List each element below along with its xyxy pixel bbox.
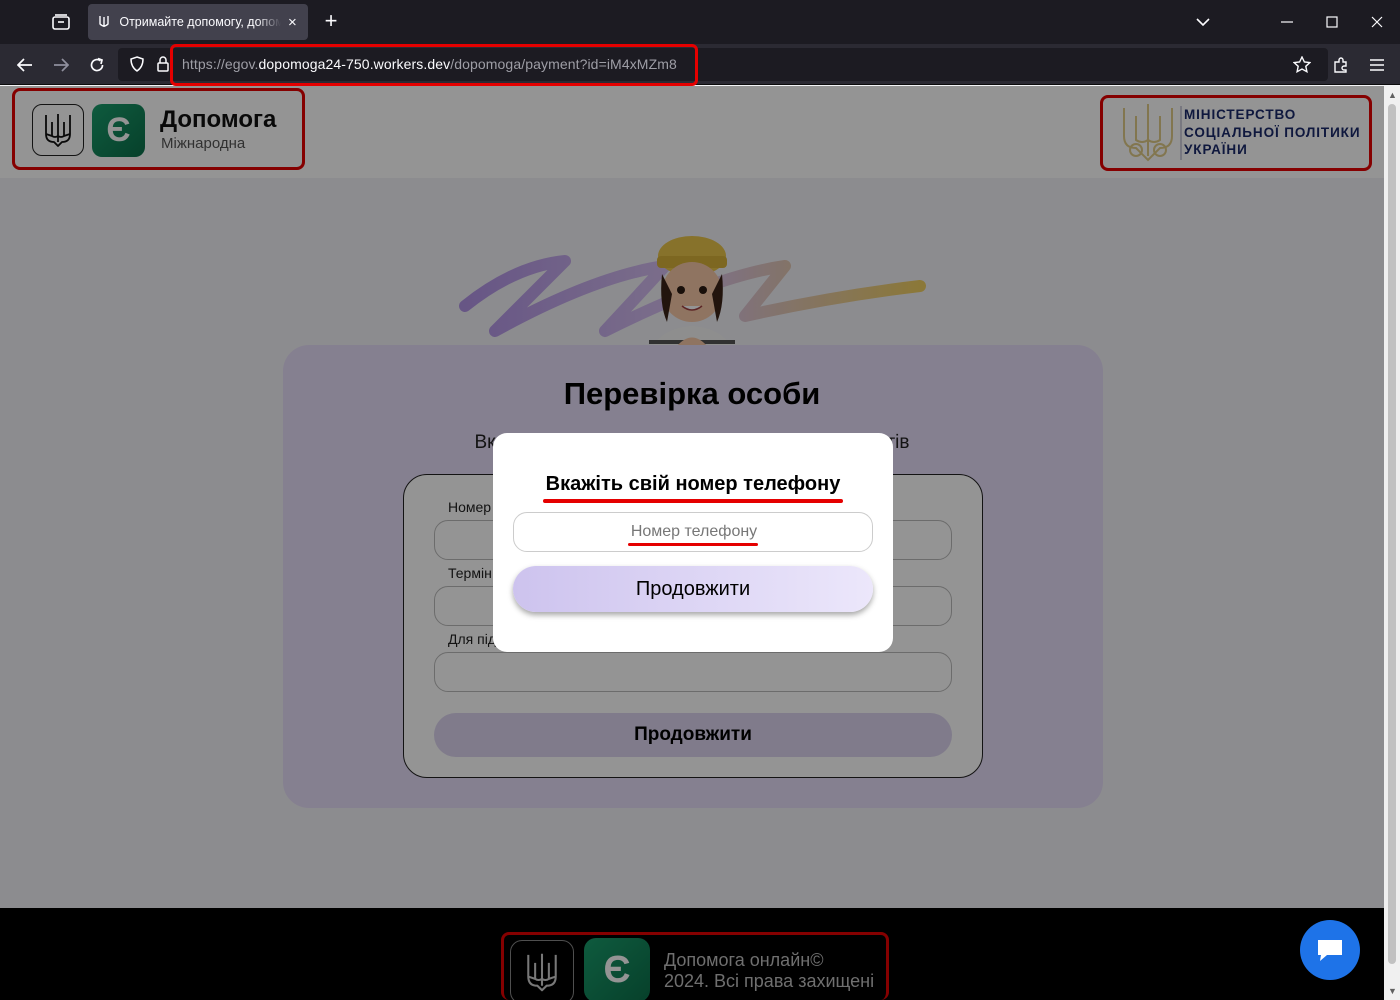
browser-tab-active[interactable]: Отримайте допомогу, допомога онлайн × xyxy=(88,4,308,40)
phone-modal: Вкажіть свій номер телефону Номер телефо… xyxy=(493,433,893,652)
minimize-icon[interactable] xyxy=(1274,10,1300,34)
page-scrollbar[interactable]: ▲ ▼ xyxy=(1384,86,1400,1000)
tab-list-icon[interactable] xyxy=(48,10,74,34)
scrollbar-thumb[interactable] xyxy=(1388,104,1396,964)
tab-title: Отримайте допомогу, допомога онлайн xyxy=(119,15,281,29)
reload-icon[interactable] xyxy=(84,52,110,78)
scroll-up-icon[interactable]: ▲ xyxy=(1388,90,1397,100)
browser-tab-bar: Отримайте допомогу, допомога онлайн × + xyxy=(0,0,1400,44)
url-highlight-annotation xyxy=(170,44,698,86)
bookmark-star-icon[interactable] xyxy=(1289,51,1315,77)
chat-bubble-icon xyxy=(1318,940,1342,961)
page-viewport: Є Допомога Міжнародна МІНІСТЕРСТВО СОЦІА… xyxy=(0,86,1384,1000)
scroll-down-icon[interactable]: ▼ xyxy=(1388,986,1397,996)
phone-input[interactable]: Номер телефону xyxy=(513,512,873,552)
placeholder-underline-annotation xyxy=(628,543,758,546)
extensions-icon[interactable] xyxy=(1328,52,1354,78)
tab-close-icon[interactable]: × xyxy=(285,14,300,31)
trident-favicon-icon xyxy=(96,14,111,30)
forward-arrow-icon[interactable] xyxy=(48,52,74,78)
back-arrow-icon[interactable] xyxy=(12,52,38,78)
menu-hamburger-icon[interactable] xyxy=(1364,52,1390,78)
new-tab-icon[interactable]: + xyxy=(318,10,344,34)
shield-icon[interactable] xyxy=(124,51,150,77)
phone-placeholder: Номер телефону xyxy=(630,523,758,540)
modal-continue-button[interactable]: Продовжити xyxy=(513,566,873,612)
title-underline-annotation xyxy=(543,499,843,503)
chevron-down-icon[interactable] xyxy=(1190,10,1216,34)
modal-title: Вкажіть свій номер телефону xyxy=(545,473,841,495)
chat-button[interactable] xyxy=(1300,920,1360,980)
maximize-icon[interactable] xyxy=(1319,10,1345,34)
close-window-icon[interactable] xyxy=(1364,10,1390,34)
